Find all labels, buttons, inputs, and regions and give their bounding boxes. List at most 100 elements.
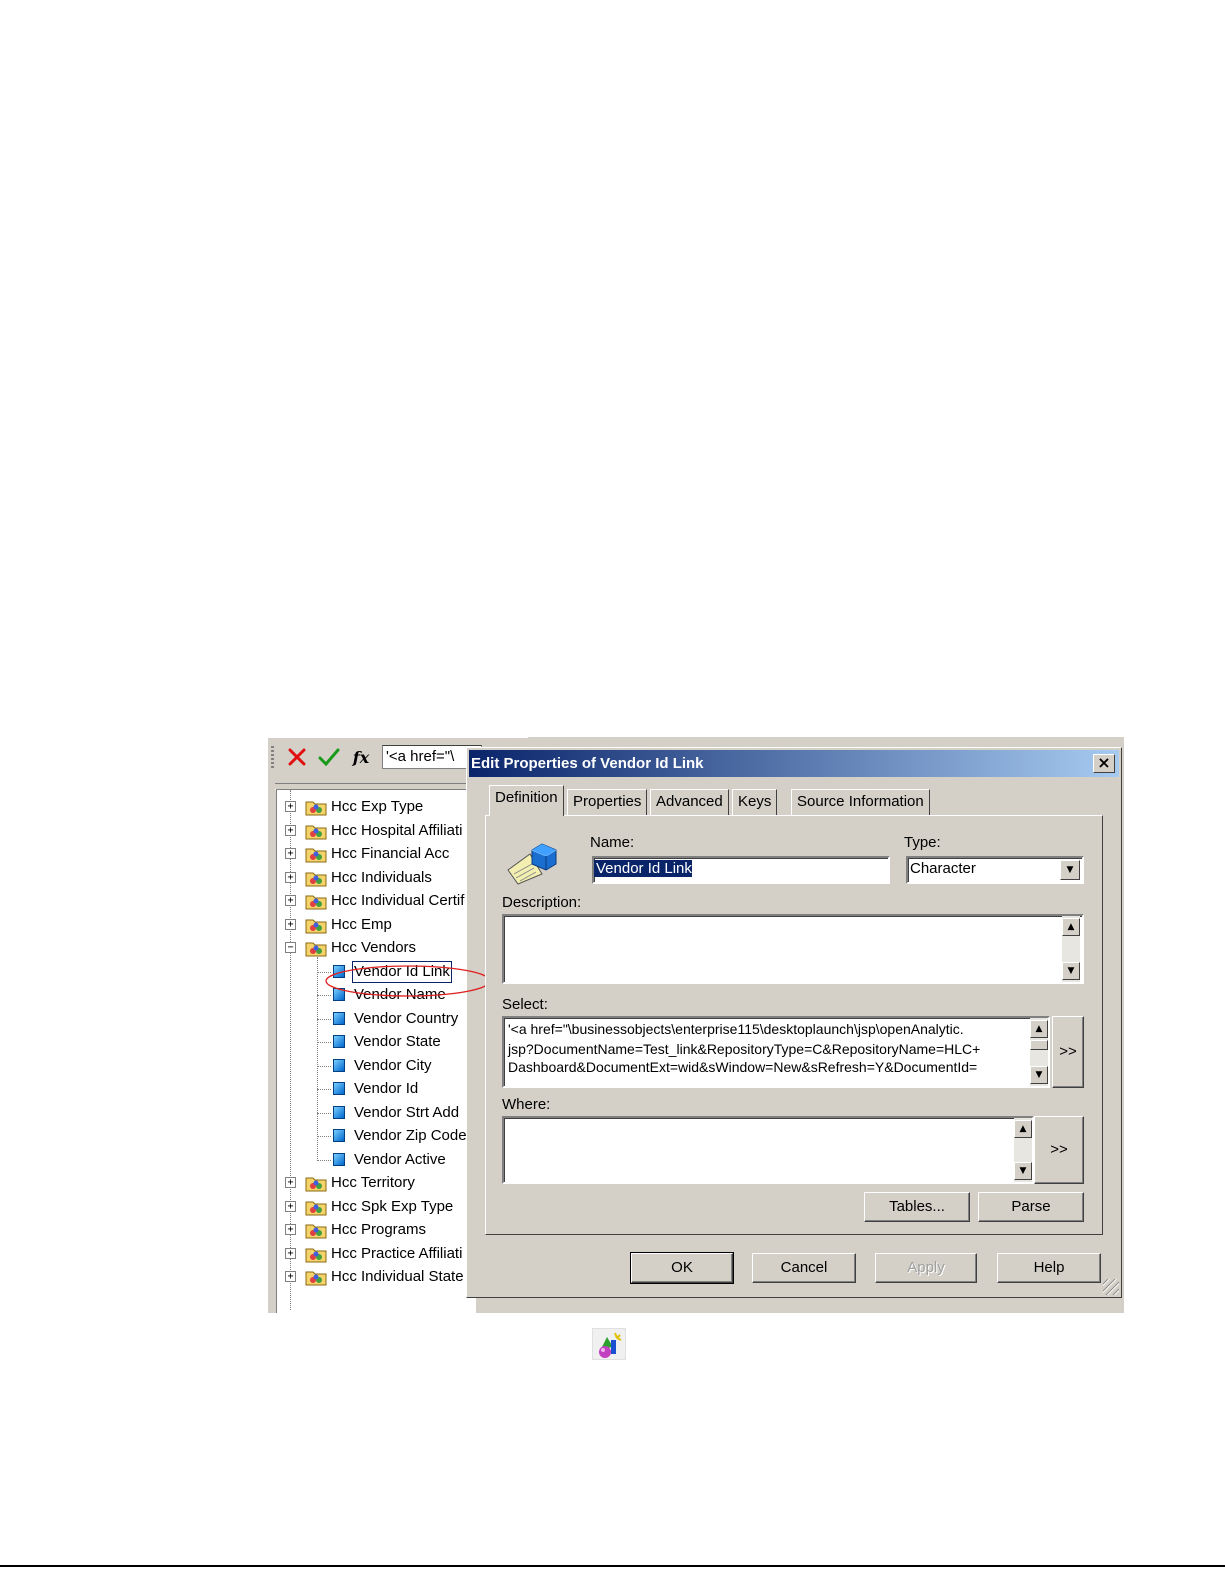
scroll-thumb[interactable] <box>1030 1040 1048 1050</box>
where-scrollbar[interactable]: ▲ ▼ <box>1014 1118 1032 1182</box>
tree-object-item[interactable]: Vendor City <box>277 1055 477 1077</box>
tree-connector <box>317 1159 331 1161</box>
select-line-2: jsp?DocumentName=Test_link&RepositoryTyp… <box>508 1041 981 1057</box>
tree-connector <box>317 995 331 996</box>
tables-button[interactable]: Tables... <box>864 1192 970 1222</box>
scroll-down-icon[interactable]: ▼ <box>1030 1066 1048 1084</box>
tree-item-label: Vendor Strt Add <box>354 1103 460 1121</box>
apply-button[interactable]: Apply <box>875 1253 977 1283</box>
type-select[interactable]: Character ▼ <box>906 856 1084 884</box>
tree-class-item[interactable]: + Hcc Emp <box>277 914 477 936</box>
tree-class-item[interactable]: + Hcc Spk Exp Type <box>277 1196 477 1218</box>
name-field[interactable]: Vendor Id Link <box>592 856 890 884</box>
select-line-1: '<a href="\businessobjects\enterprise115… <box>508 1021 964 1037</box>
cancel-button[interactable]: Cancel <box>752 1253 856 1283</box>
definition-panel: Name: Vendor Id Link Type: Character ▼ D… <box>485 815 1103 1235</box>
tab-properties[interactable]: Properties <box>567 789 648 815</box>
expand-icon[interactable]: + <box>285 801 296 812</box>
tab-source-information[interactable]: Source Information <box>791 789 930 815</box>
expand-icon[interactable]: + <box>285 848 296 859</box>
select-scrollbar[interactable]: ▲ ▼ <box>1030 1018 1048 1086</box>
close-button[interactable]: × <box>1093 754 1115 773</box>
folder-icon <box>305 872 327 886</box>
tree-item-label: Hcc Territory <box>331 1174 415 1191</box>
tree-class-item[interactable]: + Hcc Financial Acc <box>277 843 477 865</box>
tree-class-item[interactable]: + Hcc Individual Certif <box>277 890 477 912</box>
name-value: Vendor Id Link <box>594 860 692 877</box>
tab-advanced[interactable]: Advanced <box>650 789 729 815</box>
fx-icon[interactable]: fx <box>350 746 372 768</box>
tree-class-item[interactable]: + Hcc Hospital Affiliati <box>277 820 477 842</box>
tree-item-label: Hcc Vendors <box>331 939 417 956</box>
tree-object-item[interactable]: Vendor State <box>277 1031 477 1053</box>
description-scrollbar[interactable]: ▲ ▼ <box>1062 916 1080 982</box>
tree-class-item[interactable]: + Hcc Programs <box>277 1219 477 1241</box>
tree-connector <box>317 1042 331 1043</box>
folder-icon <box>305 1248 327 1262</box>
object-icon <box>333 964 345 978</box>
resize-grip[interactable] <box>1103 1279 1119 1295</box>
expand-icon[interactable]: + <box>285 895 296 906</box>
expand-icon[interactable]: + <box>285 1271 296 1282</box>
expand-icon[interactable]: + <box>285 918 296 930</box>
red-x-icon[interactable] <box>286 746 308 768</box>
where-expand-button[interactable]: >> <box>1034 1116 1084 1184</box>
tree-class-item[interactable]: − Hcc Vendors <box>277 937 477 959</box>
tree-object-item[interactable]: Vendor Country <box>277 1008 477 1030</box>
tree-item-label: Hcc Hospital Affiliati <box>331 821 463 839</box>
object-icon <box>333 1035 345 1048</box>
tree-item-label: Hcc Individual Certif <box>331 892 465 909</box>
parse-button[interactable]: Parse <box>978 1192 1084 1222</box>
scroll-up-icon[interactable]: ▲ <box>1014 1120 1032 1138</box>
tree-object-item[interactable]: Vendor Active <box>277 1149 477 1171</box>
expand-icon[interactable]: + <box>285 1200 296 1212</box>
tree-object-item[interactable]: Vendor Zip Code <box>277 1125 477 1147</box>
scroll-up-icon[interactable]: ▲ <box>1030 1020 1048 1038</box>
open-folder-icon <box>305 942 327 957</box>
folder-icon <box>305 895 327 910</box>
folder-icon <box>305 1271 327 1286</box>
scroll-up-icon[interactable]: ▲ <box>1062 918 1080 936</box>
universe-tree: + Hcc Exp Type + Hcc Hospital Affiliati + Hcc… <box>276 789 476 1313</box>
where-field[interactable]: ▲ ▼ <box>502 1116 1034 1184</box>
tree-item-label: Hcc Emp <box>331 915 392 933</box>
tree-object-item[interactable]: Vendor Id Link <box>277 960 477 983</box>
folder-icon <box>305 825 327 839</box>
scroll-down-icon[interactable]: ▼ <box>1062 962 1080 980</box>
tree-item-label: Hcc Financial Acc <box>331 845 450 862</box>
scroll-down-icon[interactable]: ▼ <box>1014 1162 1032 1180</box>
tree-class-item[interactable]: + Hcc Exp Type <box>277 796 477 818</box>
tab-definition[interactable]: Definition <box>489 785 564 816</box>
tree-connector <box>317 971 331 973</box>
green-check-icon[interactable] <box>318 746 340 768</box>
tree-item-label: Vendor Name <box>354 986 446 1003</box>
tree-class-item[interactable]: + Hcc Individual State <box>277 1266 477 1288</box>
description-field[interactable]: ▲ ▼ <box>502 914 1084 984</box>
tree-object-item[interactable]: Vendor Strt Add <box>277 1102 477 1124</box>
ok-button[interactable]: OK <box>630 1252 734 1284</box>
tree-object-item[interactable]: Vendor Name <box>277 984 477 1006</box>
tree-item-label: Vendor State <box>354 1033 441 1050</box>
tree-connector <box>317 1136 331 1137</box>
expand-icon[interactable]: + <box>285 1224 296 1235</box>
dialog-titlebar[interactable]: Edit Properties of Vendor Id Link × <box>469 750 1119 777</box>
chevron-down-icon[interactable]: ▼ <box>1060 860 1080 880</box>
tree-object-item[interactable]: Vendor Id <box>277 1078 477 1100</box>
help-button[interactable]: Help <box>997 1253 1101 1283</box>
object-icon <box>333 1105 345 1119</box>
tree-class-item[interactable]: + Hcc Individuals <box>277 867 477 889</box>
select-field[interactable]: '<a href="\businessobjects\enterprise115… <box>502 1016 1050 1088</box>
collapse-icon[interactable]: − <box>285 942 296 953</box>
tab-keys[interactable]: Keys <box>732 789 778 815</box>
folder-icon <box>305 1177 327 1192</box>
select-expand-button[interactable]: >> <box>1052 1016 1084 1088</box>
expand-icon[interactable]: + <box>285 1177 296 1188</box>
expand-icon[interactable]: + <box>285 824 296 836</box>
object-icon <box>333 1011 345 1025</box>
tree-class-item[interactable]: + Hcc Territory <box>277 1172 477 1194</box>
tree-class-item[interactable]: + Hcc Practice Affiliati <box>277 1243 477 1265</box>
expand-icon[interactable]: + <box>285 871 296 883</box>
tree-item-label: Hcc Programs <box>331 1221 427 1238</box>
toolbar-grip[interactable] <box>271 746 274 770</box>
expand-icon[interactable]: + <box>285 1247 296 1259</box>
